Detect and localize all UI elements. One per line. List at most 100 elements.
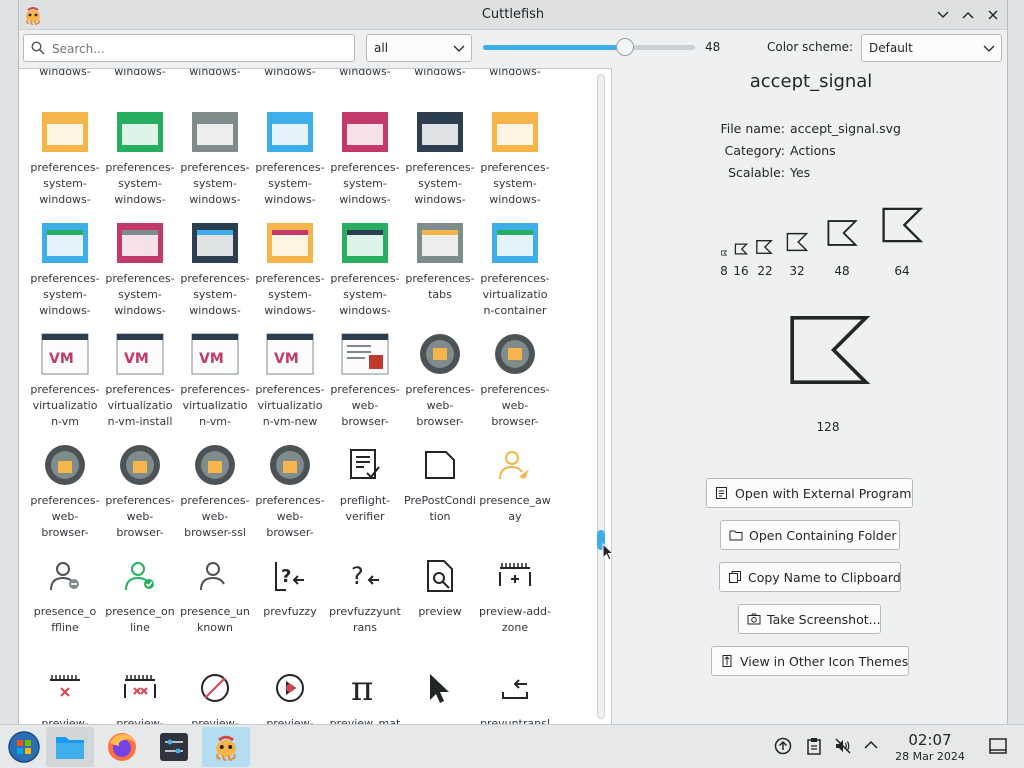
size-label-16: 16 (733, 264, 749, 278)
folder-icon (729, 530, 743, 541)
icon-grid-label: preferences- system- windows- (255, 272, 325, 317)
icon-grid-cell[interactable]: presence_o ffline (28, 549, 102, 636)
chevron-up-icon[interactable] (863, 737, 879, 753)
show-desktop-icon[interactable] (989, 738, 1007, 754)
start-menu-button[interactable] (0, 727, 48, 767)
icon-grid-cell[interactable]: preview (403, 549, 477, 620)
icon-grid-cell[interactable]: preferences- system- windows- (103, 216, 177, 319)
svg-text:VM: VM (124, 351, 149, 367)
icon-grid-cell[interactable]: preferences- system- windows- (178, 216, 252, 319)
icon-grid-cell[interactable]: VM preferences- virtualizatio n-vm (28, 327, 102, 430)
icon-grid-cell[interactable]: ? prevfuzzy (253, 549, 327, 620)
taskbar-firefox[interactable] (98, 727, 146, 767)
icon-grid-cell[interactable]: ? prevfuzzyunt rans (328, 549, 402, 636)
icon-grid-label: preferences- virtualizatio n-vm-new (255, 383, 325, 428)
icon-grid-cell[interactable]: system- windows- (178, 69, 252, 80)
mouse-cursor-icon (602, 543, 614, 561)
volume-muted-icon[interactable] (834, 737, 852, 755)
icon-grid-cell[interactable]: preferences- system- windows- (403, 105, 477, 208)
maximize-button[interactable] (957, 5, 979, 25)
icon-grid-cell[interactable]: preferences- web- browser- (403, 327, 477, 430)
icon-grid-cell[interactable]: system- windows- (253, 69, 327, 80)
clock[interactable]: 02:07 28 Mar 2024 (888, 732, 972, 764)
icon-grid-cell[interactable]: presence_un known (178, 549, 252, 636)
icon-size-slider[interactable] (483, 38, 695, 56)
icon-grid-cell[interactable] (403, 661, 477, 716)
update-notifier-icon[interactable] (774, 737, 792, 755)
icon-grid-cell[interactable]: preferences- system- windows- (103, 105, 177, 208)
icon-grid-cell[interactable]: preferences- tabs (403, 216, 477, 303)
icon-grid-cell[interactable]: VM preferences- virtualizatio n-vm-instal… (103, 327, 177, 430)
icon-grid-cell[interactable]: preview- (103, 661, 177, 724)
icon-grid-cell[interactable]: preview- (178, 661, 252, 724)
view-other-icon-themes-button[interactable]: View in Other Icon Themes (711, 646, 909, 676)
icon-grid-label: preferences- web- browser- (330, 383, 400, 428)
take-screenshot-button[interactable]: Take Screenshot... (738, 604, 881, 634)
taskbar-system-settings[interactable] (150, 727, 198, 767)
icon-grid-cell[interactable]: π preview_mat (328, 661, 402, 724)
search-input[interactable] (52, 39, 342, 58)
icon-grid-label: preferences- system- windows- (105, 161, 175, 206)
size-label-48: 48 (834, 264, 850, 278)
icon-grid-cell[interactable]: preferences- web- browser- (328, 327, 402, 430)
icon-grid-cell[interactable]: preferences- web- browser- (28, 438, 102, 541)
icon-grid-cell[interactable]: system- windows- (478, 69, 552, 80)
svg-text:VM: VM (199, 351, 224, 367)
category-filter-select[interactable]: all (366, 34, 472, 62)
icon-grid-label: preferences- web- browser- (105, 494, 175, 539)
icon-grid-cell[interactable]: preferences- web- browser- (103, 438, 177, 541)
take-screenshot-label: Take Screenshot... (767, 611, 881, 627)
color-scheme-select[interactable]: Default (861, 34, 1002, 62)
icon-grid-cell[interactable]: presence_aw ay (478, 438, 552, 525)
icon-details-panel: accept_signal File name: Category: Scala… (615, 68, 1007, 724)
icon-grid-cell[interactable]: preferences- system- windows- (253, 105, 327, 208)
open-external-program-button[interactable]: Open with External Program (706, 478, 913, 508)
title-bar[interactable]: Cuttlefish (19, 0, 1007, 30)
icon-grid-label: preferences- web- browser- (480, 383, 550, 428)
icon-grid-cell[interactable]: preferences- system- windows- (28, 216, 102, 319)
icon-grid-cell[interactable]: system- windows- (103, 69, 177, 80)
icon-grid-cell[interactable]: system- windows- (403, 69, 477, 80)
open-containing-folder-button[interactable]: Open Containing Folder (720, 520, 900, 550)
taskbar-cuttlefish[interactable] (202, 727, 250, 767)
clipboard-icon[interactable] (805, 737, 823, 755)
icon-preview-icon (338, 438, 392, 492)
icon-grid-cell[interactable]: presence_on line (103, 549, 177, 636)
taskbar-file-manager[interactable] (46, 727, 94, 767)
icon-preview-icon (38, 438, 92, 492)
icon-grid-cell[interactable]: prevuntransl (478, 661, 552, 724)
slider-handle[interactable] (616, 38, 635, 56)
icon-preview-icon (263, 661, 317, 715)
icon-grid-cell[interactable]: preferences- system- windows- (253, 216, 327, 319)
grid-scrollbar[interactable] (597, 74, 605, 719)
icon-grid-cell[interactable]: VM preferences- virtualizatio n-vm-new (253, 327, 327, 430)
cuttlefish-app-icon (216, 735, 236, 761)
icon-preview-icon (413, 661, 467, 715)
icon-preview-icon (113, 661, 167, 715)
icon-grid-cell[interactable]: preferences- web- browser- (253, 438, 327, 541)
icon-grid-cell[interactable]: preview-add- zone (478, 549, 552, 636)
copy-name-button[interactable]: Copy Name to Clipboard (719, 562, 901, 592)
close-button[interactable] (982, 5, 1004, 25)
icon-grid-cell[interactable]: preferences- web- browser- (478, 327, 552, 430)
icon-grid-label: preview- (116, 717, 164, 724)
icon-grid-cell[interactable]: preflight- verifier (328, 438, 402, 525)
icon-grid-label: preferences- virtualizatio n-vm- (180, 383, 250, 428)
minimize-button[interactable] (932, 5, 954, 25)
icon-grid-cell[interactable]: preferences- web- browser-ssl (178, 438, 252, 541)
icon-grid-cell[interactable]: preview- (28, 661, 102, 724)
icon-grid-cell[interactable]: preferences- system- windows- (178, 105, 252, 208)
open-containing-folder-label: Open Containing Folder (749, 527, 897, 543)
search-box[interactable] (23, 34, 355, 62)
icon-grid-cell[interactable]: system- windows- (328, 69, 402, 80)
icon-grid-cell[interactable]: preferences- system- windows- (28, 105, 102, 208)
icon-grid-cell[interactable]: preferences- virtualizatio n-container (478, 216, 552, 319)
icon-grid-cell[interactable]: preferences- system- windows- (328, 105, 402, 208)
icon-grid-cell[interactable]: preferences- system- windows- (478, 105, 552, 208)
icon-grid-cell[interactable]: preferences- system- windows- (328, 216, 402, 319)
icon-grid-cell[interactable]: preview- (253, 661, 327, 724)
icon-grid-cell[interactable]: VM preferences- virtualizatio n-vm- (178, 327, 252, 430)
icon-grid-cell[interactable]: PrePostCondi tion (403, 438, 477, 525)
icon-grid-cell[interactable]: system- windows- (28, 69, 102, 80)
clock-date: 28 Mar 2024 (895, 750, 965, 763)
